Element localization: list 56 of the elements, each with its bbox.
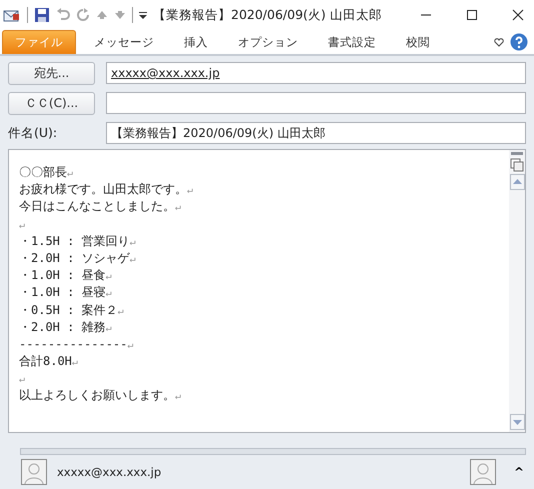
ribbon-tab[interactable]: 校閲 — [394, 30, 442, 54]
up-arrow-icon[interactable] — [96, 10, 108, 20]
undo-icon[interactable] — [56, 8, 70, 22]
ribbon-tab[interactable]: メッセージ — [82, 30, 166, 54]
body-line: --------------- — [19, 336, 128, 351]
body-line: ・1.0H : 昼食 — [19, 268, 106, 282]
to-button[interactable]: 宛先... — [8, 62, 95, 84]
save-icon[interactable] — [34, 7, 50, 23]
paragraph-mark: ↵ — [187, 185, 194, 196]
down-arrow-icon[interactable] — [114, 10, 126, 20]
paragraph-mark: ↵ — [130, 254, 136, 265]
paragraph-mark: ↵ — [106, 288, 112, 300]
ribbon-tab[interactable]: 書式設定 — [316, 30, 388, 54]
subject-field[interactable]: 【業務報告】2020/06/09(火) 山田太郎 — [106, 122, 526, 144]
subject-label: 件名(U): — [8, 124, 58, 142]
body-line: ・1.5H : 営業回り — [19, 234, 130, 248]
paragraph-mark: ↵ — [19, 220, 26, 231]
body-line: お疲れ様です。山田太郎です。 — [19, 182, 187, 196]
paragraph-mark: ↵ — [19, 374, 26, 386]
expand-button[interactable]: ^ — [506, 465, 524, 479]
paragraph-mark: ↵ — [106, 271, 112, 282]
redo-icon[interactable] — [76, 8, 90, 22]
help-icon[interactable] — [510, 33, 528, 51]
body-line: 今日はこんなことしました。 — [19, 199, 175, 214]
maximize-icon[interactable] — [466, 9, 478, 21]
paragraph-mark: ↵ — [72, 357, 78, 368]
paragraph-mark: ↵ — [67, 168, 74, 179]
to-field[interactable]: xxxxx@xxx.xxx.jp — [106, 62, 526, 84]
paragraph-mark: ↵ — [118, 306, 124, 316]
avatar-icon[interactable] — [470, 459, 496, 485]
paragraph-mark: ↵ — [130, 236, 136, 248]
body-line: 〇〇部長 — [19, 165, 67, 179]
body-line: ・2.0H : 雑務 — [19, 320, 106, 334]
close-icon[interactable] — [512, 9, 524, 21]
scroll-down-icon[interactable] — [510, 414, 524, 430]
body-line: ・2.0H : ソシャゲ — [19, 250, 130, 265]
paragraph-mark: ↵ — [106, 322, 112, 334]
cc-button[interactable]: ＣＣ(C)... — [8, 92, 95, 114]
scroll-up-icon[interactable] — [510, 174, 524, 190]
window-title: 【業務報告】2020/06/09(火) 山田太郎 — [153, 6, 382, 24]
body-line: ・1.0H : 昼寝 — [19, 285, 106, 300]
paragraph-mark: ↵ — [175, 202, 182, 214]
split-icon[interactable] — [510, 152, 524, 156]
body-line: 合計8.0H — [19, 354, 72, 368]
ribbon-tab[interactable]: 挿入 — [172, 30, 220, 54]
ruler-icon[interactable] — [510, 158, 524, 172]
avatar-icon[interactable] — [21, 459, 47, 485]
cc-field[interactable] — [106, 92, 526, 114]
paragraph-mark: ↵ — [175, 391, 182, 402]
ribbon-tab[interactable]: オプション — [226, 30, 310, 54]
body-line: 以上よろしくお願いします。 — [19, 388, 175, 402]
heart-icon[interactable] — [494, 38, 504, 46]
sender-email: xxxxx@xxx.xxx.jp — [57, 465, 162, 479]
paragraph-mark: ↵ — [127, 340, 134, 351]
customize-icon[interactable] — [139, 11, 147, 19]
body-line: ・0.5H : 案件２ — [19, 302, 118, 316]
